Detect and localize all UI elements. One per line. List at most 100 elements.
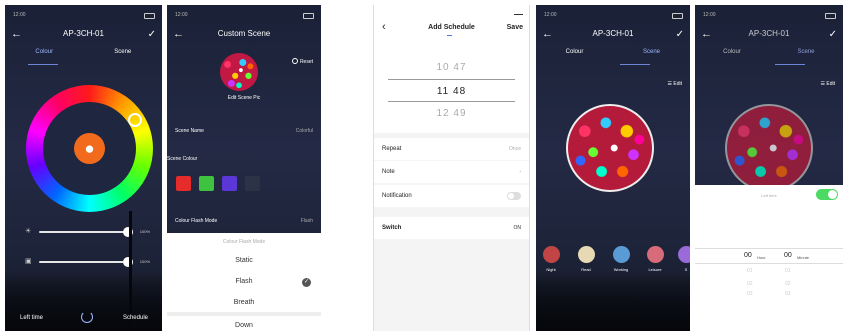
chevron-right-icon: › xyxy=(519,169,521,175)
saturation-value: 100% xyxy=(139,259,150,264)
option-down[interactable]: Down xyxy=(167,322,321,329)
scene-picture[interactable] xyxy=(220,53,258,91)
scene-colour-label: Scene Colour xyxy=(167,156,198,162)
header: ‹ Add Schedule Save xyxy=(374,5,529,45)
mode-tabs: Colour Scene xyxy=(5,49,162,65)
status-time: 12:00 xyxy=(13,12,26,18)
minute-option[interactable]: 01 xyxy=(785,268,791,274)
colour-swatch-empty[interactable] xyxy=(245,176,260,191)
bulb-icon[interactable]: ● xyxy=(74,133,105,164)
edit-label: Edit xyxy=(826,81,835,87)
edit-scene-pic-label[interactable]: Edit Scene Pic xyxy=(167,95,321,101)
screen-add-schedule: ‹ Add Schedule Save 10 47 11 48 12 49 Re… xyxy=(373,5,530,331)
hour-option[interactable]: 03 xyxy=(747,291,753,297)
left-time-button[interactable]: Left time xyxy=(20,315,43,321)
edit-button[interactable]: ☰ Edit xyxy=(668,81,683,87)
read-scene-icon xyxy=(577,246,595,263)
screen-scene-selection: 12:00 ← AP-3CH-01 ✓ Colour Scene ☰ Edit … xyxy=(536,5,690,331)
time-picker[interactable]: 10 47 11 48 12 49 xyxy=(374,45,529,133)
tab-colour[interactable]: Colour xyxy=(5,49,84,55)
colour-swatch-purple[interactable] xyxy=(222,176,237,191)
switch-row[interactable]: Switch ON xyxy=(374,217,529,239)
notification-row: Notification xyxy=(374,185,529,207)
repeat-value: Once xyxy=(509,146,521,152)
scene-preview[interactable] xyxy=(566,104,654,192)
scene-night[interactable]: Night xyxy=(541,246,561,272)
screen-left-time: 12:00 ← AP-3CH-01 ✓ Colour Scene ☰ Edit … xyxy=(695,5,843,331)
reset-button[interactable]: Reset xyxy=(291,58,313,65)
sun-icon: ☀ xyxy=(25,228,32,235)
scene-label: Working xyxy=(613,267,629,272)
header: ← AP-3CH-01 ✓ xyxy=(5,25,162,43)
option-flash[interactable]: Flash xyxy=(167,278,321,285)
notification-toggle[interactable] xyxy=(507,192,521,200)
left-time-sheet: Left time 00 Hour 00 Minute 01 01 02 02 … xyxy=(695,185,843,331)
switch-value: ON xyxy=(513,225,522,231)
reset-label: Reset xyxy=(299,59,313,65)
tab-colour[interactable]: Colour xyxy=(695,49,769,55)
tab-indicator xyxy=(28,64,58,65)
header: ← AP-3CH-01 ✓ xyxy=(536,25,690,43)
battery-icon xyxy=(825,13,836,19)
brightness-value: 100% xyxy=(139,229,150,234)
scene-partial[interactable]: S xyxy=(676,246,690,272)
scene-working[interactable]: Working xyxy=(611,246,631,272)
page-title: AP-3CH-01 xyxy=(63,29,104,38)
brightness-track[interactable] xyxy=(39,227,133,237)
left-time-toggle[interactable] xyxy=(816,189,838,200)
schedule-button[interactable]: Schedule xyxy=(123,315,148,321)
colour-wheel[interactable]: ● xyxy=(26,85,153,212)
repeat-row[interactable]: Repeat Once xyxy=(374,138,529,160)
hour-option[interactable]: 01 xyxy=(747,268,753,274)
page-title: Custom Scene xyxy=(217,29,271,38)
mode-tabs: Colour Scene xyxy=(695,49,843,65)
switch-label: Switch xyxy=(382,225,402,231)
hour-option[interactable]: 02 xyxy=(747,281,753,287)
time-option[interactable]: 12 49 xyxy=(374,108,529,119)
saturation-track[interactable] xyxy=(39,257,133,267)
scene-preview xyxy=(725,104,813,192)
scene-leisure[interactable]: Leisure xyxy=(645,246,665,272)
colour-swatch-green[interactable] xyxy=(199,176,214,191)
tab-scene[interactable]: Scene xyxy=(613,49,690,55)
option-breath[interactable]: Breath xyxy=(167,299,321,306)
minute-option[interactable]: 02 xyxy=(785,281,791,287)
repeat-label: Repeat xyxy=(382,146,402,152)
edit-pen-icon[interactable]: ✓ xyxy=(676,26,684,44)
scene-read[interactable]: Read xyxy=(576,246,596,272)
battery-icon xyxy=(144,13,155,19)
time-option[interactable]: 10 47 xyxy=(374,62,529,73)
hour-value[interactable]: 00 xyxy=(744,252,752,259)
status-time: 12:00 xyxy=(175,12,188,18)
option-static[interactable]: Static xyxy=(167,257,321,264)
time-selected[interactable]: 11 48 xyxy=(374,86,529,97)
saturation-icon: ▣ xyxy=(25,258,32,265)
power-icon[interactable] xyxy=(81,311,93,323)
partial-scene-icon xyxy=(677,246,690,263)
picker-line xyxy=(695,248,843,249)
scene-label: Leisure xyxy=(648,267,662,272)
note-label: Note xyxy=(382,169,395,175)
scene-name-value: Colorful xyxy=(295,128,313,134)
tab-scene[interactable]: Scene xyxy=(84,49,163,55)
minute-value[interactable]: 00 xyxy=(784,252,792,259)
note-row[interactable]: Note › xyxy=(374,161,529,183)
title-indicator xyxy=(447,35,452,36)
divider xyxy=(167,312,321,316)
colour-picker-knob[interactable] xyxy=(128,113,142,127)
colour-swatch-red[interactable] xyxy=(176,176,191,191)
minute-option[interactable]: 03 xyxy=(785,291,791,297)
hour-unit: Hour xyxy=(757,255,766,260)
tab-scene[interactable]: Scene xyxy=(769,49,843,55)
scene-name-label: Scene Name xyxy=(175,128,204,134)
battery-icon xyxy=(303,13,314,19)
tab-colour[interactable]: Colour xyxy=(536,49,613,55)
picker-line xyxy=(388,101,515,102)
scene-label: S xyxy=(684,267,688,272)
save-button[interactable]: Save xyxy=(507,24,523,31)
edit-pen-icon[interactable]: ✓ xyxy=(148,26,156,44)
edit-pen-icon[interactable]: ✓ xyxy=(829,26,837,44)
scene-label: Read xyxy=(581,267,591,272)
tab-indicator xyxy=(620,64,650,65)
edit-button[interactable]: ☰ Edit xyxy=(821,81,836,87)
